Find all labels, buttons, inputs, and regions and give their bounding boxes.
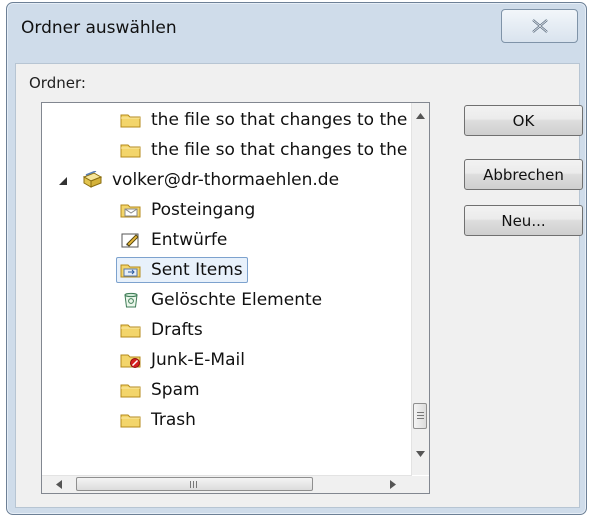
tree-item-label: Trash	[151, 410, 196, 430]
collapse-triangle-icon[interactable]	[58, 176, 68, 186]
tree-item-label: Drafts	[151, 320, 203, 340]
deleted-items-icon	[124, 292, 138, 308]
tree-item-file-1[interactable]: the file so that changes to the	[120, 107, 407, 133]
scroll-left-arrow-icon[interactable]	[56, 480, 62, 489]
tree-item-label: the file so that changes to the	[151, 110, 408, 130]
drafts-folder-icon	[121, 233, 139, 248]
scroll-right-arrow-icon[interactable]	[390, 480, 396, 489]
tree-item-label: Spam	[151, 380, 200, 400]
tree-item-label: Gelöschte Elemente	[151, 290, 323, 310]
close-button[interactable]	[501, 9, 578, 43]
scroll-down-arrow-icon[interactable]	[416, 451, 425, 457]
junk-folder-icon	[120, 354, 141, 368]
scrollbar-corner	[412, 476, 429, 493]
folder-icon	[120, 144, 141, 158]
ok-button[interactable]: OK	[464, 105, 583, 136]
folder-tree[interactable]: the file so that changes to the the file…	[41, 102, 430, 494]
tree-item-label: the file so that changes to the	[151, 140, 408, 160]
folder-icon	[120, 414, 141, 428]
inbox-folder-icon	[120, 204, 141, 218]
horizontal-scroll-thumb[interactable]	[76, 477, 313, 491]
tree-item-drafts[interactable]: Drafts	[120, 317, 203, 343]
tree-item-drafts-de[interactable]: Entwürfe	[120, 227, 227, 253]
mailbox-icon	[82, 171, 103, 188]
tree-item-spam[interactable]: Spam	[120, 377, 200, 403]
tree-item-label: Sent Items	[151, 260, 243, 280]
cancel-button[interactable]: Abbrechen	[464, 159, 583, 190]
folder-icon	[120, 324, 141, 338]
tree-item-file-2[interactable]: the file so that changes to the	[120, 137, 407, 163]
tree-item-deleted[interactable]: Gelöschte Elemente	[120, 287, 322, 313]
vertical-scroll-thumb[interactable]	[413, 403, 427, 429]
tree-item-label: volker@dr-thormaehlen.de	[112, 170, 340, 190]
tree-item-label: Posteingang	[151, 200, 256, 220]
tree-item-junk[interactable]: Junk-E-Mail	[120, 347, 245, 373]
new-folder-button[interactable]: Neu...	[464, 205, 583, 236]
folder-tree-rows: the file so that changes to the the file…	[42, 103, 412, 475]
dialog-client-area: Ordner: the file so that changes to the …	[15, 63, 583, 508]
scroll-up-arrow-icon[interactable]	[416, 113, 425, 119]
folders-label: Ordner:	[29, 74, 86, 92]
folder-icon	[120, 384, 141, 398]
tree-item-sent[interactable]: Sent Items	[116, 257, 248, 283]
folder-icon	[120, 114, 141, 128]
window-title: Ordner auswählen	[21, 18, 177, 38]
tree-item-mailbox[interactable]: volker@dr-thormaehlen.de	[81, 167, 339, 193]
tree-item-label: Entwürfe	[151, 230, 228, 250]
folder-select-dialog: Ordner auswählen Ordner: the file so tha…	[6, 2, 587, 515]
tree-item-label: Junk-E-Mail	[151, 350, 245, 370]
vertical-scrollbar[interactable]	[411, 103, 429, 475]
sent-folder-icon	[120, 264, 141, 278]
horizontal-scrollbar[interactable]	[42, 475, 412, 493]
close-x-icon	[531, 19, 548, 33]
tree-item-inbox[interactable]: Posteingang	[120, 197, 255, 223]
selection-highlight: Sent Items	[116, 257, 248, 283]
tree-item-trash[interactable]: Trash	[120, 407, 196, 433]
